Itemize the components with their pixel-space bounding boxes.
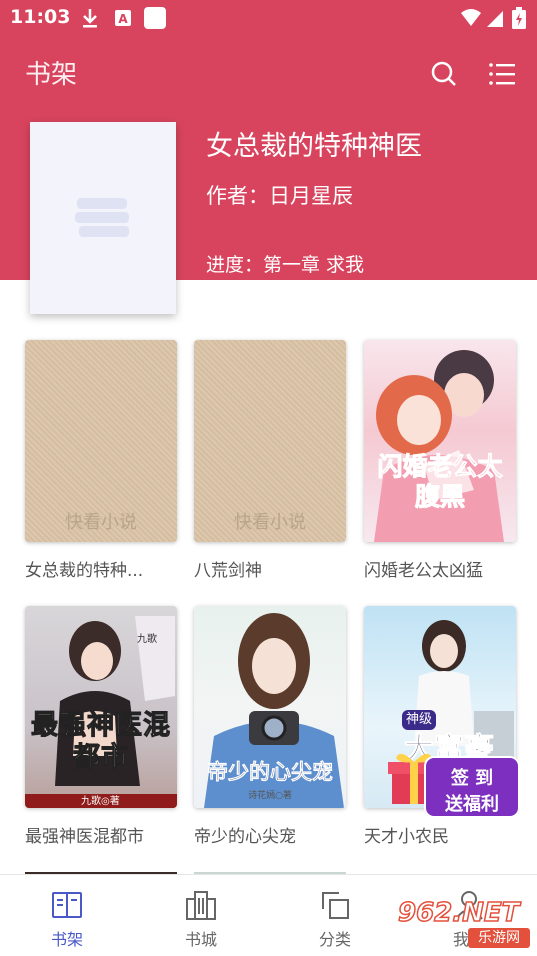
featured-book-author: 作者：日月星辰 (206, 184, 353, 208)
book-open-icon (52, 892, 82, 918)
cover-watermark: 快看小说 (65, 512, 137, 533)
city-icon (186, 891, 216, 920)
status-bar: 11:03 A (0, 0, 537, 36)
signal-icon (487, 11, 503, 27)
svg-text:A: A (118, 12, 128, 26)
watermark-sub: 乐游网 (468, 928, 530, 948)
nav-label: 书城 (184, 930, 217, 949)
category-icon (322, 892, 349, 919)
promo-line-1: 签 到 (450, 768, 494, 789)
book-title[interactable]: 闪婚老公太凶猛 (364, 556, 534, 581)
cover-title: 最强神医混都市 (31, 710, 171, 774)
download-icon (83, 9, 97, 28)
site-watermark: 962.NET 乐游网 (397, 897, 533, 950)
cover-title: 帝少的心尖宠 (207, 760, 334, 785)
book-title[interactable]: 最强神医混都市 (25, 822, 195, 847)
promo-line-2: 送福利 (445, 794, 499, 815)
featured-book-progress: 进度：第一章 求我 (206, 254, 365, 276)
sign-in-promo-button[interactable]: 签 到 送福利 (386, 742, 522, 822)
page-title: 书架 (25, 60, 78, 90)
nav-label: 书架 (50, 930, 83, 949)
book-title[interactable]: 帝少的心尖宠 (194, 822, 364, 847)
featured-book-title[interactable]: 女总裁的特种神医 (206, 124, 422, 163)
cover-title: 闪婚老公太腹黑 (377, 452, 503, 512)
book-title[interactable]: 八荒剑神 (194, 556, 364, 581)
cover-author-tag: 九歌 (137, 634, 157, 645)
featured-book-cover[interactable] (30, 122, 176, 314)
cover-watermark: 快看小说 (234, 512, 306, 533)
app-notification-icon: A (115, 10, 131, 26)
book-title[interactable]: 天才小农民 (364, 822, 534, 847)
watermark-text: 962.NET (397, 897, 520, 929)
search-icon[interactable] (428, 58, 460, 90)
book-cover[interactable]: 快看小说 (194, 340, 346, 542)
nav-bookstore[interactable]: 书城 (151, 875, 251, 956)
cover-author-credit: 九歌◎著 (81, 796, 120, 807)
book-cover[interactable]: 帝少的心尖宠 诗花嫣○著 (194, 606, 346, 808)
app-bar: 书架 (0, 36, 537, 108)
status-time: 11:03 (10, 6, 71, 28)
nav-label: 分类 (318, 930, 351, 949)
battery-icon (512, 7, 526, 29)
book-cover[interactable]: 九歌 最强神医混都市 九歌◎著 (25, 606, 177, 808)
nav-bookshelf[interactable]: 书架 (17, 875, 117, 956)
book-cover[interactable]: 快看小说 (25, 340, 177, 542)
books-stack-icon (75, 198, 129, 237)
promo-badge: 签 到 送福利 (424, 756, 520, 818)
list-menu-icon[interactable] (486, 58, 518, 90)
book-cover[interactable]: 闪婚老公太腹黑 (364, 340, 516, 542)
notification-square-icon (144, 7, 166, 29)
cover-author-credit: 诗花嫣○著 (248, 791, 292, 801)
wifi-icon (461, 9, 481, 26)
book-title[interactable]: 女总裁的特种... (25, 556, 195, 581)
nav-category[interactable]: 分类 (285, 875, 385, 956)
